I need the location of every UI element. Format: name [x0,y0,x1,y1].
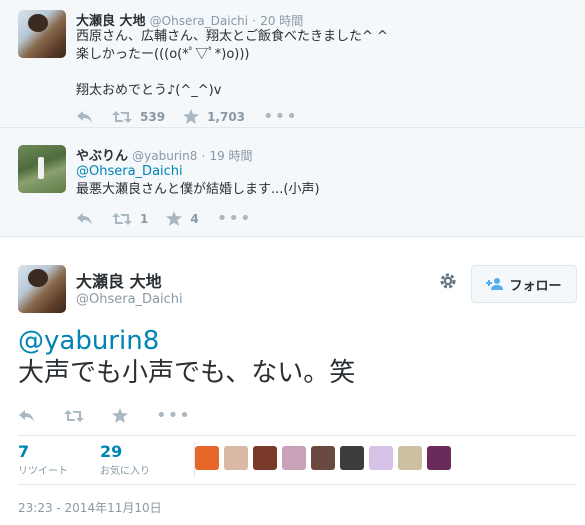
favoriter-avatar[interactable] [340,446,364,470]
retweet-count: 539 [140,109,166,124]
tweet-actions: 1 4 ••• [76,208,270,229]
star-icon [112,408,128,423]
tweet-line: 最悪大瀬良さんと僕が結婚します...(小声) [76,182,320,197]
tweet-line: 楽しかったー(((o(*ﾟ▽ﾟ*)o))) [76,47,250,62]
retweet-button[interactable]: 1 [112,212,148,226]
retweet-button[interactable] [64,409,84,423]
user-handle[interactable]: @Ohsera_Daichi [76,292,183,307]
more-options-icon[interactable]: ••• [156,405,191,426]
tweet-text: 西原さん、広輔さん、翔太とご飯食べたきました^ ^ 楽しかったー(((o(*ﾟ▽… [76,28,388,100]
favorite-button[interactable]: 4 [166,211,199,226]
favoriter-avatar[interactable] [311,446,335,470]
favoriter-avatar[interactable] [253,446,277,470]
retweet-icon [64,409,84,422]
tweet-text: @yaburin8 大声でも小声でも、ない。笑 [18,325,355,389]
user-name[interactable]: 大瀬良 大地 [76,268,162,292]
tweet-header: 大瀬良 大地 @Ohsera_Daichi · 20 時間 [76,10,303,29]
tweet-line: 大声でも小声でも、ない。笑 [18,358,356,388]
user-name[interactable]: やぶりん [76,149,128,164]
reply-icon [19,409,34,422]
retweet-icon [112,212,132,225]
tweet-actions: ••• [18,405,219,426]
retweet-icon [112,110,132,123]
avatar[interactable] [18,145,66,193]
favoriter-avatar[interactable] [369,446,393,470]
reply-button[interactable] [76,110,94,124]
favorite-label: お気に入り [100,466,150,477]
favoriter-avatar[interactable] [398,446,422,470]
tweet-time[interactable]: 19 時間 [209,149,252,163]
user-handle[interactable]: @Ohsera_Daichi [150,14,248,28]
tweet-stats: 7 リツイート 29 お気に入り [18,435,577,485]
main-tweet: 大瀬良 大地 @Ohsera_Daichi フォロー @yaburin8 大声で… [0,237,585,525]
more-options-icon[interactable]: ••• [263,106,298,127]
avatar[interactable] [18,10,66,58]
separator: · [201,149,206,163]
reply-button[interactable] [76,212,94,226]
favorite-count: 1,703 [207,109,246,124]
tweet-line: 西原さん、広輔さん、翔太とご飯食べたきました^ ^ [76,29,388,44]
add-user-icon [486,278,504,290]
reply-button[interactable] [18,409,36,423]
more-options-icon[interactable]: ••• [217,208,252,229]
favoriter-avatar[interactable] [224,446,248,470]
user-name[interactable]: 大瀬良 大地 [76,14,146,29]
retweet-button[interactable]: 539 [112,110,165,124]
tweet-line [76,64,388,82]
follow-button[interactable]: フォロー [471,265,577,303]
reply-icon [77,212,92,225]
retweet-label: リツイート [18,466,68,477]
tweet-header: やぶりん @yaburin8 · 19 時間 [76,145,253,164]
mention-link[interactable]: @Ohsera_Daichi [76,164,183,179]
favorite-button[interactable] [112,408,128,423]
favorite-button[interactable]: 1,703 [183,109,245,124]
avatar[interactable] [18,265,66,313]
retweet-stat[interactable]: 7 リツイート [18,442,68,477]
separator: · [252,14,257,28]
tweet-time[interactable]: 20 時間 [260,14,303,28]
retweet-count: 1 [140,211,149,226]
tweet-actions: 539 1,703 ••• [76,106,316,127]
retweet-count: 7 [18,442,30,461]
tweet-text: @Ohsera_Daichi 最悪大瀬良さんと僕が結婚します...(小声) [76,163,320,199]
tweet-yaburin[interactable]: やぶりん @yaburin8 · 19 時間 @Ohsera_Daichi 最悪… [0,128,585,237]
tweet-line: 翔太おめでとう♪(^_^)v [76,83,222,98]
favoriter-avatar[interactable] [427,446,451,470]
follow-label: フォロー [509,278,562,294]
gear-icon[interactable] [438,271,458,295]
favoriter-avatar[interactable] [282,446,306,470]
favoriter-avatars [195,446,456,470]
tweet-ohsera[interactable]: 大瀬良 大地 @Ohsera_Daichi · 20 時間 西原さん、広輔さん、… [0,0,585,128]
mention-link[interactable]: @yaburin8 [18,326,159,356]
favorite-count: 29 [100,442,123,461]
favoriter-avatar[interactable] [195,446,219,470]
favorite-count: 4 [190,211,199,226]
star-icon [166,211,183,226]
star-icon [183,109,200,124]
user-handle[interactable]: @yaburin8 [132,149,197,163]
favorite-stat[interactable]: 29 お気に入り [100,442,150,477]
reply-icon [77,110,92,123]
tweet-date[interactable]: 23:23 - 2014年11月10日 [18,499,162,516]
